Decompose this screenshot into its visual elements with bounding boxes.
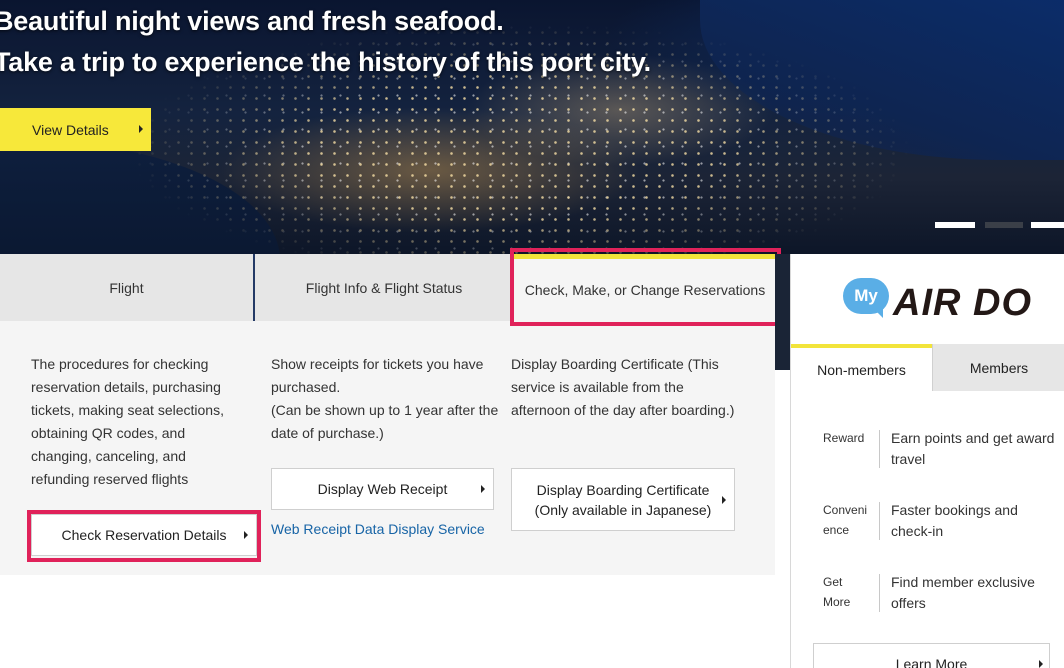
chevron-right-icon	[481, 485, 485, 493]
benefit-label-line1: Reward	[823, 431, 865, 445]
boarding-certificate-label-1: Display Boarding Certificate	[536, 481, 710, 498]
web-receipt-desc-main: Show receipts for tickets you have purch…	[271, 356, 484, 395]
carousel-indicator-2[interactable]	[985, 222, 1023, 228]
benefit-reward: Reward Earn points and get award travel	[791, 428, 1064, 470]
benefit-label: Conveni ence	[823, 500, 873, 540]
benefit-text: Faster bookings and check-in	[891, 502, 1018, 539]
tab-flight-info-status[interactable]: Flight Info & Flight Status	[255, 254, 513, 321]
benefit-label: Reward	[823, 428, 873, 448]
benefit-text: Earn points and get award travel	[891, 430, 1055, 467]
benefit-label-line1: Conveni	[823, 503, 868, 517]
benefit-divider	[879, 502, 880, 540]
hero-edge	[775, 254, 790, 370]
benefit-divider	[879, 574, 880, 612]
web-receipt-data-link[interactable]: Web Receipt Data Display Service	[271, 521, 485, 537]
check-reservation-description: The procedures for checking reservation …	[31, 356, 224, 487]
benefit-label: Get More	[823, 572, 873, 612]
check-reservation-details-label: Check Reservation Details	[61, 527, 227, 543]
reservations-panel: The procedures for checking reservation …	[0, 321, 775, 575]
hero-banner: Beautiful night views and fresh seafood.…	[0, 0, 1064, 254]
hero-city-lights	[0, 0, 1064, 254]
display-boarding-certificate-button[interactable]: Display Boarding Certificate (Only avail…	[511, 468, 735, 531]
tab-reservations[interactable]: Check, Make, or Change Reservations	[513, 254, 777, 321]
web-receipt-desc-note: (Can be shown up to 1 year after the dat…	[271, 402, 499, 441]
benefit-label-line2: ence	[823, 523, 850, 537]
chevron-right-icon	[722, 495, 726, 504]
chevron-right-icon	[244, 531, 248, 539]
web-receipt-description: Show receipts for tickets you have purch…	[271, 353, 506, 445]
benefit-text: Find member exclusive offers	[891, 574, 1035, 611]
airdo-wordmark: AIR DO	[893, 282, 1032, 324]
benefit-divider	[879, 430, 880, 468]
view-details-label: View Details	[32, 121, 109, 138]
tab-non-members[interactable]: Non-members	[791, 344, 932, 391]
learn-more-button[interactable]: Learn More	[813, 643, 1050, 668]
benefit-label-line1: Get	[823, 575, 843, 589]
main-tabs: Flight Flight Info & Flight Status Check…	[0, 254, 790, 321]
benefit-convenience: Conveni ence Faster bookings and check-i…	[791, 500, 1064, 542]
carousel-indicator-1[interactable]	[935, 222, 975, 228]
tab-flight[interactable]: Flight	[0, 254, 253, 321]
boarding-certificate-label-2: (Only available in Japanese)	[534, 501, 712, 518]
display-web-receipt-label: Display Web Receipt	[317, 481, 448, 497]
hero-headline-1: Beautiful night views and fresh seafood.	[0, 6, 504, 36]
benefit-get-more: Get More Find member exclusive offers	[791, 572, 1064, 614]
carousel-indicator-3[interactable]	[1031, 222, 1064, 228]
check-reservation-details-button[interactable]: Check Reservation Details	[31, 514, 257, 556]
display-web-receipt-button[interactable]: Display Web Receipt	[271, 468, 494, 510]
view-details-button[interactable]: View Details	[0, 108, 151, 151]
membership-tabs: Non-members Members	[791, 344, 1064, 391]
benefit-label-line2: More	[823, 595, 851, 609]
chevron-right-icon	[139, 125, 143, 133]
chevron-right-icon	[1039, 660, 1043, 668]
my-airdo-logo[interactable]: My AIR DO	[843, 278, 1031, 328]
boarding-certificate-description: Display Boarding Certificate (This servi…	[511, 356, 735, 418]
my-airdo-panel: My AIR DO Non-members Members Reward Ear…	[790, 254, 1064, 668]
tab-members[interactable]: Members	[932, 344, 1064, 391]
speech-bubble-tail	[873, 308, 883, 318]
learn-more-label: Learn More	[895, 656, 968, 668]
hero-headline-2: Take a trip to experience the history of…	[0, 47, 651, 77]
